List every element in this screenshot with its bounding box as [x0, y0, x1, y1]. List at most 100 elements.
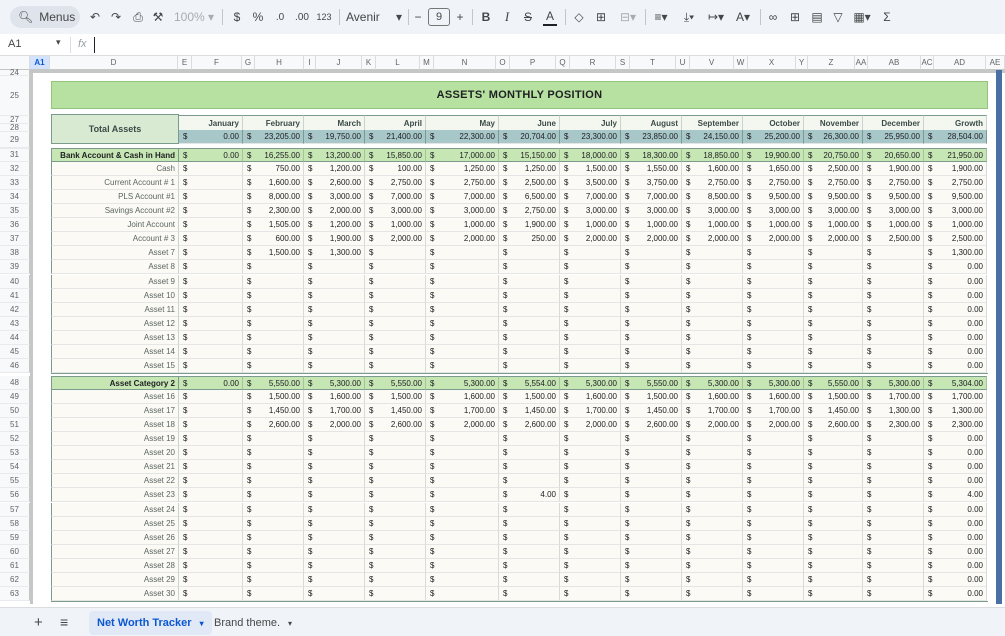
value-cell[interactable]: $: [365, 289, 426, 303]
increase-font-size-button[interactable]: +: [454, 8, 466, 26]
value-cell[interactable]: $: [863, 359, 924, 373]
row-header[interactable]: [0, 148, 30, 149]
value-cell[interactable]: $: [743, 275, 804, 289]
value-cell[interactable]: $: [179, 218, 243, 232]
value-cell[interactable]: $0.00: [924, 345, 987, 359]
category-total-cell[interactable]: $16,255.00: [243, 148, 304, 162]
value-cell[interactable]: $: [682, 260, 743, 274]
value-cell[interactable]: $: [621, 246, 682, 260]
font-family-select[interactable]: Avenir ▾: [346, 8, 402, 26]
value-cell[interactable]: $: [499, 474, 560, 488]
value-cell[interactable]: $: [243, 432, 304, 446]
value-cell[interactable]: $: [863, 275, 924, 289]
value-cell[interactable]: $: [243, 317, 304, 331]
value-cell[interactable]: $: [682, 317, 743, 331]
value-cell[interactable]: $: [304, 587, 365, 601]
value-cell[interactable]: $2,750.00: [426, 176, 499, 190]
value-cell[interactable]: $: [243, 260, 304, 274]
row-header[interactable]: 49: [0, 390, 30, 404]
category-total-cell[interactable]: $5,550.00: [365, 376, 426, 390]
row-header[interactable]: 28: [0, 124, 30, 132]
value-cell[interactable]: $: [179, 162, 243, 176]
value-cell[interactable]: $25,200.00: [743, 130, 804, 144]
value-cell[interactable]: $: [243, 303, 304, 317]
category-total-cell[interactable]: $5,304.00: [924, 376, 987, 390]
tab-net-worth-tracker[interactable]: Net Worth Tracker ▾: [89, 611, 212, 635]
insert-chart-icon[interactable]: ▤: [810, 8, 824, 26]
paint-format-icon[interactable]: ⚒: [151, 8, 165, 26]
value-cell[interactable]: $: [179, 573, 243, 587]
value-cell[interactable]: $2,750.00: [924, 176, 987, 190]
name-box[interactable]: A1: [8, 38, 21, 50]
value-cell[interactable]: $4.00: [499, 488, 560, 502]
value-cell[interactable]: $: [863, 545, 924, 559]
value-cell[interactable]: $0.00: [924, 275, 987, 289]
value-cell[interactable]: $2,000.00: [560, 418, 621, 432]
value-cell[interactable]: $: [179, 331, 243, 345]
value-cell[interactable]: $: [365, 359, 426, 373]
value-cell[interactable]: $: [621, 275, 682, 289]
name-box-dropdown-icon[interactable]: ▾: [56, 37, 61, 48]
category-total-cell[interactable]: $21,950.00: [924, 148, 987, 162]
redo-icon[interactable]: ↷: [109, 8, 123, 26]
value-cell[interactable]: $22,300.00: [426, 130, 499, 144]
value-cell[interactable]: $: [560, 345, 621, 359]
value-cell[interactable]: $: [179, 545, 243, 559]
category-total-cell[interactable]: $5,300.00: [682, 376, 743, 390]
column-header-l[interactable]: L: [376, 56, 420, 70]
column-header-y[interactable]: Y: [796, 56, 808, 70]
font-size-input[interactable]: 9: [428, 8, 450, 26]
value-cell[interactable]: $: [365, 460, 426, 474]
value-cell[interactable]: $: [499, 517, 560, 531]
value-cell[interactable]: $7,000.00: [560, 190, 621, 204]
value-cell[interactable]: $3,000.00: [560, 204, 621, 218]
value-cell[interactable]: $: [243, 488, 304, 502]
row-header[interactable]: 42: [0, 303, 30, 317]
vertical-scrollbar[interactable]: [996, 70, 1002, 604]
value-cell[interactable]: $1,700.00: [304, 404, 365, 418]
value-cell[interactable]: $: [804, 460, 863, 474]
value-cell[interactable]: $: [243, 474, 304, 488]
value-cell[interactable]: $: [743, 260, 804, 274]
column-header-u[interactable]: U: [676, 56, 690, 70]
value-cell[interactable]: $: [179, 204, 243, 218]
value-cell[interactable]: $: [743, 488, 804, 502]
value-cell[interactable]: $0.00: [924, 289, 987, 303]
currency-format-button[interactable]: $: [231, 8, 243, 26]
value-cell[interactable]: $1,700.00: [743, 404, 804, 418]
value-cell[interactable]: $: [304, 359, 365, 373]
value-cell[interactable]: $: [863, 488, 924, 502]
value-cell[interactable]: $1,500.00: [804, 390, 863, 404]
value-cell[interactable]: $: [621, 517, 682, 531]
value-cell[interactable]: $1,450.00: [804, 404, 863, 418]
row-header[interactable]: 48: [0, 376, 30, 390]
value-cell[interactable]: $: [426, 460, 499, 474]
value-cell[interactable]: $: [863, 246, 924, 260]
value-cell[interactable]: $: [743, 317, 804, 331]
column-header-z[interactable]: Z: [808, 56, 855, 70]
value-cell[interactable]: $21,400.00: [365, 130, 426, 144]
value-cell[interactable]: $: [743, 460, 804, 474]
value-cell[interactable]: $: [243, 345, 304, 359]
value-cell[interactable]: $1,700.00: [560, 404, 621, 418]
column-header-x[interactable]: X: [748, 56, 796, 70]
column-header-h[interactable]: H: [255, 56, 304, 70]
value-cell[interactable]: $: [804, 531, 863, 545]
value-cell[interactable]: $9,500.00: [863, 190, 924, 204]
value-cell[interactable]: $: [560, 488, 621, 502]
value-cell[interactable]: $100.00: [365, 162, 426, 176]
category-total-cell[interactable]: $17,000.00: [426, 148, 499, 162]
value-cell[interactable]: $1,200.00: [304, 162, 365, 176]
value-cell[interactable]: $: [682, 559, 743, 573]
value-cell[interactable]: $2,600.00: [365, 418, 426, 432]
value-cell[interactable]: $1,300.00: [924, 246, 987, 260]
value-cell[interactable]: $: [426, 587, 499, 601]
value-cell[interactable]: $: [179, 232, 243, 246]
value-cell[interactable]: $1,600.00: [682, 162, 743, 176]
value-cell[interactable]: $: [304, 446, 365, 460]
value-cell[interactable]: $1,000.00: [804, 218, 863, 232]
value-cell[interactable]: $: [243, 545, 304, 559]
category-total-cell[interactable]: $20,750.00: [804, 148, 863, 162]
value-cell[interactable]: $4.00: [924, 488, 987, 502]
value-cell[interactable]: $: [863, 317, 924, 331]
